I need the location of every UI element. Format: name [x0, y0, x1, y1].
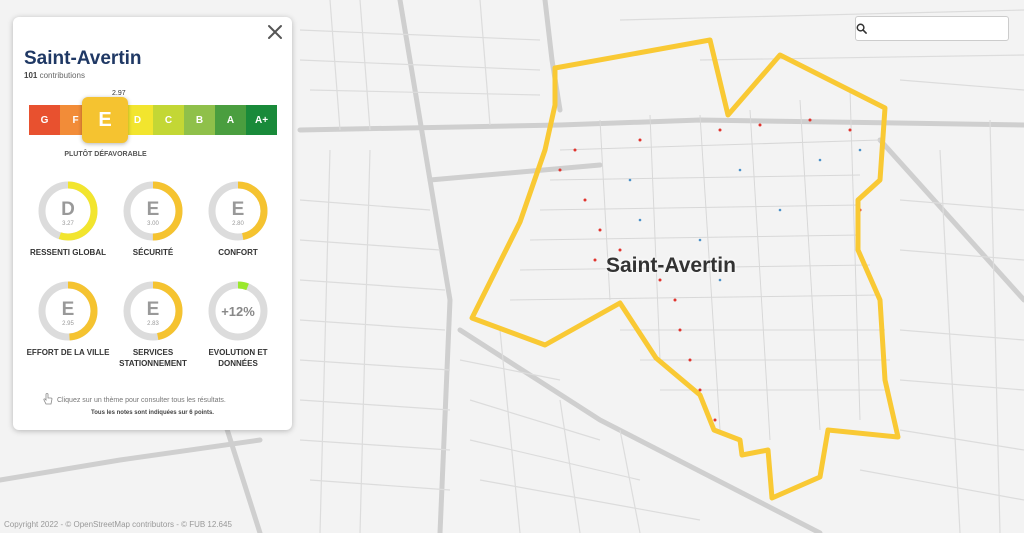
map-copyright: Copyright 2022 - © OpenStreetMap contrib…	[4, 520, 232, 529]
theme-label: SERVICES STATIONNEMENT	[119, 348, 187, 368]
grade-a: A	[215, 105, 246, 135]
theme-label: CONFORT	[218, 248, 258, 257]
close-icon[interactable]	[266, 23, 284, 41]
theme-label: RESSENTI GLOBAL	[29, 248, 106, 257]
svg-text:2.80: 2.80	[232, 221, 244, 227]
grade-c: C	[153, 105, 184, 135]
svg-text:3.00: 3.00	[147, 221, 159, 227]
theme-evolution-donnees[interactable]: +12% EVOLUTION ET DONNÉES	[193, 279, 283, 369]
theme-ressenti-global[interactable]: D 3.27 RESSENTI GLOBAL	[23, 179, 113, 258]
hint: Cliquez sur un thème pour consulter tous…	[43, 393, 226, 407]
grade-scale: G F E D C B A A+	[29, 105, 277, 135]
city-panel: Saint-Avertin 101 contributions G F E D …	[13, 17, 292, 430]
gauge-icon: E 2.83	[123, 281, 183, 341]
scale-note: Tous les notes sont indiquées sur 6 poin…	[91, 410, 214, 416]
city-title: Saint-Avertin	[24, 48, 142, 69]
theme-effort-ville[interactable]: E 2.95 EFFORT DE LA VILLE	[23, 279, 113, 358]
theme-label: SÉCURITÉ	[132, 248, 174, 257]
theme-services-stationnement[interactable]: E 2.83 SERVICES STATIONNEMENT	[108, 279, 198, 369]
theme-label: EVOLUTION ET DONNÉES	[208, 348, 268, 368]
theme-securite[interactable]: E 3.00 SÉCURITÉ	[108, 179, 198, 258]
svg-text:2.83: 2.83	[147, 321, 159, 327]
grade-b: B	[184, 105, 215, 135]
grade-a-plus: A+	[246, 105, 277, 135]
gauge-icon: E 2.95	[38, 281, 98, 341]
gauge-icon: D 3.27	[38, 181, 98, 241]
contributions-count: 101 contributions	[24, 71, 85, 80]
grade-g: G	[29, 105, 60, 135]
verdict: PLUTÔT DÉFAVORABLE	[64, 151, 147, 158]
current-grade-marker: E	[82, 97, 128, 143]
svg-text:E: E	[232, 199, 245, 220]
svg-text:E: E	[147, 199, 160, 220]
svg-text:2.95: 2.95	[62, 321, 74, 327]
current-score: 2.97	[112, 90, 126, 97]
svg-text:E: E	[62, 299, 75, 320]
search-box[interactable]	[855, 16, 1013, 41]
svg-text:3.27: 3.27	[62, 221, 74, 227]
pointer-hand-icon	[43, 393, 53, 407]
gauge-icon: +12%	[208, 281, 268, 341]
search-input[interactable]	[867, 17, 1013, 40]
svg-text:+12%: +12%	[221, 304, 255, 319]
svg-text:E: E	[147, 299, 160, 320]
theme-confort[interactable]: E 2.80 CONFORT	[193, 179, 283, 258]
search-icon	[856, 23, 867, 34]
city-label: Saint-Avertin	[606, 254, 736, 277]
theme-label: EFFORT DE LA VILLE	[26, 348, 110, 357]
gauge-icon: E 3.00	[123, 181, 183, 241]
gauge-icon: E 2.80	[208, 181, 268, 241]
svg-text:D: D	[61, 199, 75, 220]
